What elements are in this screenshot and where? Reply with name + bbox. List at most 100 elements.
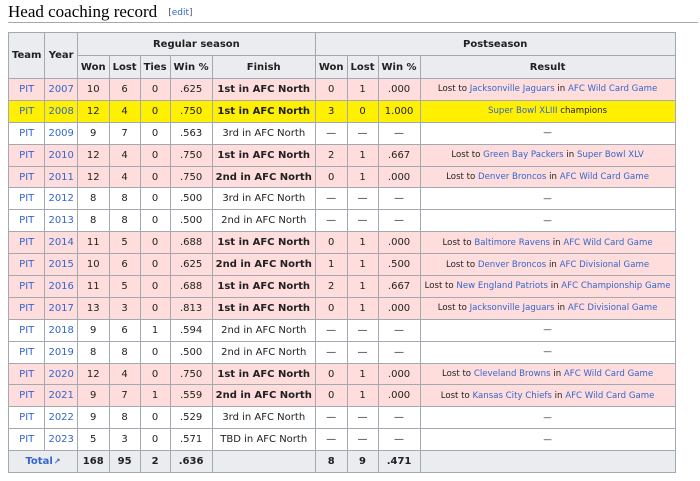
year-cell-link[interactable]: 2009 [48,128,73,139]
team-cell-link[interactable]: PIT [19,412,34,423]
edit-link[interactable]: edit [172,8,189,18]
year-cell-link[interactable]: 2016 [48,281,73,292]
team-cell-link[interactable]: PIT [19,347,34,358]
team-cell-link[interactable]: PIT [19,281,34,292]
post-won-cell: 1 [314,253,348,277]
result-link[interactable]: AFC Championship Game [561,281,670,291]
table-row: PIT 2017 13 3 0.813 1st in AFC North 0 1.000 Los… [7,296,676,320]
year-cell-link[interactable]: 2019 [48,347,73,358]
team-cell-link[interactable]: PIT [19,259,34,270]
team-cell: PIT [7,209,46,233]
win-pct-cell: .594 [169,318,213,342]
result-link[interactable]: AFC Wild Card Game [568,84,657,94]
result-link[interactable]: AFC Wild Card Game [563,238,652,248]
result-link[interactable]: AFC Wild Card Game [564,369,653,379]
team-cell-link[interactable]: PIT [19,106,34,117]
year-cell-link[interactable]: 2022 [48,412,73,423]
result-text: — [543,193,552,204]
year-cell-link[interactable]: 2020 [48,369,73,380]
result-cell: — [419,121,676,145]
year-cell: 2014 [44,231,78,255]
post-win-pct-cell: — [377,209,421,233]
year-cell-link[interactable]: 2011 [48,172,73,183]
result-link[interactable]: Denver Broncos [478,260,546,270]
team-cell: PIT [7,428,46,452]
won-cell: 9 [76,406,110,430]
total-link[interactable]: Total [25,456,52,467]
post-win-pct-cell: — [377,318,421,342]
year-cell: 2009 [44,121,78,145]
lost-cell: 4 [108,99,141,123]
team-cell-link[interactable]: PIT [19,172,34,183]
year-cell-link[interactable]: 2008 [48,106,73,117]
result-link[interactable]: Cleveland Browns [474,369,551,379]
win-pct-cell: .688 [169,275,213,298]
result-text: in [550,237,564,248]
post-won-cell: — [314,209,348,233]
year-cell-link[interactable]: 2015 [48,259,73,270]
finish-cell: 1st in AFC North [211,296,316,320]
year-cell-link[interactable]: 2018 [48,325,73,336]
year-cell-link[interactable]: 2007 [48,84,73,95]
edit-section: [edit] [168,8,193,18]
result-link[interactable]: Kansas City Chiefs [473,391,552,401]
post-won-cell: — [314,340,348,364]
table-row: PIT 2023 5 3 0.571 TBD in AFC North — — — — [7,428,676,452]
finish-cell: 1st in AFC North [211,78,316,101]
won-cell: 8 [76,209,110,233]
result-link[interactable]: Baltimore Ravens [474,238,550,248]
year-cell-link[interactable]: 2021 [48,390,73,401]
result-link[interactable]: AFC Divisional Game [560,260,650,270]
result-link[interactable]: Denver Broncos [478,172,546,182]
team-cell-link[interactable]: PIT [19,303,34,314]
year-cell-link[interactable]: 2013 [48,215,73,226]
post-lost-cell: 1 [346,275,379,298]
result-link[interactable]: Super Bowl XLV [577,150,644,160]
year-cell: 2011 [44,165,78,189]
team-cell-link[interactable]: PIT [19,215,34,226]
result-text: Lost to [441,369,474,380]
team-cell: PIT [7,406,46,430]
year-cell-link[interactable]: 2014 [48,237,73,248]
win-pct-cell: .750 [169,99,213,123]
table-row: PIT 2016 11 5 0.688 1st in AFC North 2 1.667 Los… [7,275,676,298]
team-cell-link[interactable]: PIT [19,390,34,401]
result-link[interactable]: Jacksonville Jaguars [470,303,555,313]
result-link[interactable]: New England Patriots [456,281,548,291]
win-pct-cell: .625 [169,253,213,277]
team-cell-link[interactable]: PIT [19,84,34,95]
year-cell-link[interactable]: 2010 [48,150,73,161]
post-won-cell: 0 [314,165,348,189]
year-cell-link[interactable]: 2023 [48,434,73,445]
result-link[interactable]: AFC Wild Card Game [560,172,649,182]
year-cell: 2023 [44,428,78,452]
team-cell: PIT [7,231,46,255]
team-cell-link[interactable]: PIT [19,150,34,161]
team-cell-link[interactable]: PIT [19,237,34,248]
finish-cell: 1st in AFC North [211,99,316,123]
result-text: in [546,259,560,270]
result-text: champions [557,106,608,117]
post-win-pct-cell: .500 [377,253,421,277]
result-link[interactable]: Green Bay Packers [483,150,564,160]
year-cell-link[interactable]: 2012 [48,193,73,204]
header-postseason: Postseason [314,32,676,56]
post-win-pct-cell: — [377,340,421,364]
result-link[interactable]: AFC Divisional Game [568,303,658,313]
header-won: Won [76,55,110,79]
team-cell-link[interactable]: PIT [19,325,34,336]
result-link[interactable]: Jacksonville Jaguars [470,84,555,94]
win-pct-cell: .750 [169,362,213,386]
team-cell-link[interactable]: PIT [19,128,34,139]
team-cell: PIT [7,187,46,211]
team-cell-link[interactable]: PIT [19,193,34,204]
year-cell-link[interactable]: 2017 [48,303,73,314]
result-link[interactable]: Super Bowl XLIII [488,106,558,116]
post-won-cell: 2 [314,275,348,298]
team-cell-link[interactable]: PIT [19,434,34,445]
ties-cell: 0 [139,231,171,255]
external-link-icon: ↗ [53,457,61,467]
result-link[interactable]: AFC Wild Card Game [565,391,654,401]
post-won-cell: 3 [314,99,348,123]
team-cell-link[interactable]: PIT [19,369,34,380]
